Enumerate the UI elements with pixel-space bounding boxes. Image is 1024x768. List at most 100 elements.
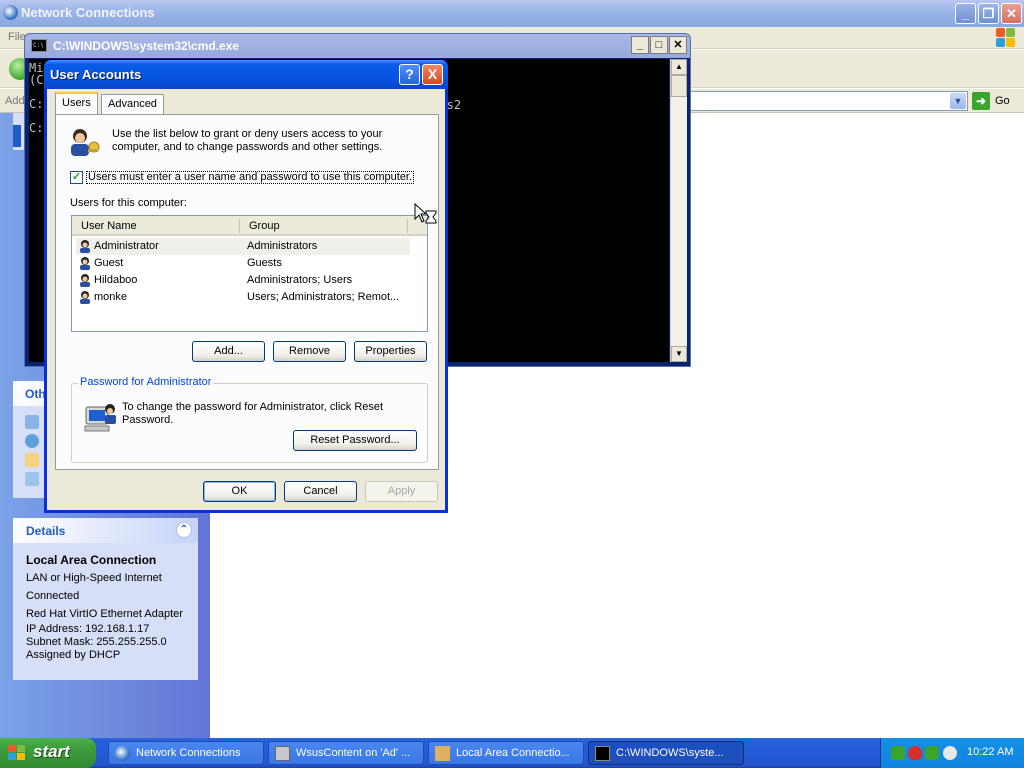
my-documents-icon[interactable] <box>25 453 39 467</box>
network-globe-icon <box>3 5 18 20</box>
volume-icon[interactable] <box>943 746 957 760</box>
network-connections-title: Network Connections <box>21 5 155 20</box>
cmd-maximize-button[interactable]: □ <box>650 36 668 54</box>
task-label: C:\WINDOWS\syste... <box>616 747 724 759</box>
users-tab-panel: Use the list below to grant or deny user… <box>55 114 439 470</box>
clock[interactable]: 10:22 AM <box>967 746 1013 758</box>
dialog-close-button[interactable]: X <box>422 64 443 85</box>
column-user-name[interactable]: User Name <box>81 220 137 232</box>
apply-button[interactable]: Apply <box>365 481 438 502</box>
taskbar-wsuscontent[interactable]: WsusContent on 'Ad' ... <box>268 741 424 765</box>
cmd-minimize-button[interactable]: _ <box>631 36 649 54</box>
tab-advanced[interactable]: Advanced <box>101 94 164 114</box>
user-name-cell: Guest <box>94 257 124 269</box>
user-name-cell: Hildaboo <box>94 274 138 286</box>
address-label: Add <box>5 95 25 107</box>
remove-user-button[interactable]: Remove <box>273 341 346 362</box>
user-icon <box>80 291 90 304</box>
security-shield-icon[interactable] <box>908 746 922 760</box>
users-keys-icon <box>71 129 100 156</box>
start-button[interactable]: start <box>0 738 96 768</box>
task-label: Local Area Connectio... <box>456 747 570 759</box>
scroll-up-icon[interactable]: ▲ <box>671 59 687 75</box>
password-instructions: To change the password for Administrator… <box>122 401 384 426</box>
cancel-button[interactable]: Cancel <box>284 481 357 502</box>
task-label: Network Connections <box>136 747 241 759</box>
adapter-name: Red Hat VirtIO Ethernet Adapter <box>26 608 183 620</box>
cmd-titlebar[interactable]: C:\ C:\WINDOWS\system32\cmd.exe _ □ ✕ <box>25 34 690 58</box>
user-group-cell: Guests <box>247 257 282 269</box>
close-button[interactable]: ✕ <box>1001 3 1022 24</box>
user-icon <box>80 240 90 253</box>
taskbar-local-area-connection[interactable]: Local Area Connectio... <box>428 741 584 765</box>
user-name-cell: monke <box>94 291 128 303</box>
reset-password-button[interactable]: Reset Password... <box>293 430 417 451</box>
properties-button[interactable]: Properties <box>354 341 427 362</box>
ok-button[interactable]: OK <box>203 481 276 502</box>
require-login-label[interactable]: Users must enter a user name and passwor… <box>86 171 415 184</box>
update-tray-icon[interactable] <box>925 746 939 760</box>
details-panel: Details ⌃ Local Area Connection LAN or H… <box>13 518 198 680</box>
minimize-button[interactable]: _ <box>955 3 976 24</box>
table-row[interactable]: Guest Guests <box>76 255 410 272</box>
taskbar: start Network Connections WsusContent on… <box>0 738 1024 768</box>
restore-button[interactable]: ❐ <box>978 3 999 24</box>
user-accounts-title: User Accounts <box>50 67 142 82</box>
go-button[interactable]: ➜ Go <box>972 92 1018 110</box>
add-user-button[interactable]: Add... <box>192 341 265 362</box>
details-header[interactable]: Details ⌃ <box>13 518 198 543</box>
cmd-icon: C:\ <box>31 39 47 52</box>
windows-logo-icon <box>996 28 1016 48</box>
help-button[interactable]: ? <box>399 64 420 85</box>
connection-status: Connected <box>26 590 80 602</box>
table-row[interactable]: Hildaboo Administrators; Users <box>76 272 410 289</box>
network-connection-icon <box>435 746 450 761</box>
network-tray-icon[interactable] <box>891 746 905 760</box>
users-list[interactable]: User Name Group Administrator Administra… <box>71 215 428 332</box>
password-group-title: Password for Administrator <box>78 376 214 388</box>
connection-name: Local Area Connection <box>26 553 157 567</box>
connection-type: LAN or High-Speed Internet <box>26 572 162 584</box>
users-list-header: User Name Group <box>72 216 427 236</box>
subnet-mask: Subnet Mask: 255.255.255.0 <box>26 636 167 648</box>
intro-text: Use the list below to grant or deny user… <box>112 128 383 153</box>
dhcp-assigned: Assigned by DHCP <box>26 649 121 661</box>
cmd-title: C:\WINDOWS\system32\cmd.exe <box>53 39 240 53</box>
go-arrow-icon: ➜ <box>972 92 990 110</box>
user-group-cell: Administrators <box>247 240 318 252</box>
user-accounts-titlebar[interactable]: User Accounts ? X <box>44 60 448 89</box>
computer-user-icon <box>84 404 116 432</box>
task-label: WsusContent on 'Ad' ... <box>296 747 411 759</box>
user-group-cell: Administrators; Users <box>247 274 353 286</box>
chevron-down-icon[interactable]: ▼ <box>950 93 966 109</box>
user-accounts-dialog: User Accounts ? X Users Advanced Use the… <box>44 60 448 513</box>
table-row[interactable]: monke Users; Administrators; Remot... <box>76 289 410 306</box>
users-list-label: Users for this computer: <box>70 197 187 209</box>
cmd-close-button[interactable]: ✕ <box>669 36 687 54</box>
column-group[interactable]: Group <box>249 220 280 232</box>
require-login-checkbox[interactable]: ✓ <box>70 171 83 184</box>
my-computer-icon[interactable] <box>25 472 39 486</box>
scroll-down-icon[interactable]: ▼ <box>671 346 687 362</box>
taskbar-network-connections[interactable]: Network Connections <box>108 741 264 765</box>
details-header-label: Details <box>26 524 66 538</box>
start-label: start <box>33 742 70 761</box>
go-label: Go <box>995 95 1010 107</box>
network-connections-titlebar[interactable]: Network Connections _ ❐ ✕ <box>0 0 1024 27</box>
network-places-icon[interactable] <box>25 434 39 448</box>
tab-users[interactable]: Users <box>55 92 98 114</box>
user-icon <box>80 274 90 287</box>
user-group-cell: Users; Administrators; Remot... <box>247 291 400 303</box>
table-row[interactable]: Administrator Administrators <box>76 238 410 255</box>
password-groupbox: Password for Administrator To change the… <box>71 376 428 463</box>
network-drive-icon <box>275 746 290 761</box>
cmd-scrollbar[interactable]: ▲ ▼ <box>670 59 687 362</box>
taskbar-cmd[interactable]: C:\WINDOWS\syste... <box>588 741 744 765</box>
collapse-chevron-icon[interactable]: ⌃ <box>176 522 192 538</box>
user-name-cell: Administrator <box>94 240 159 252</box>
control-panel-icon[interactable] <box>25 415 39 429</box>
busy-cursor-icon <box>414 203 437 224</box>
cmd-icon <box>595 746 610 761</box>
system-tray: 10:22 AM <box>880 738 1024 768</box>
scroll-thumb[interactable] <box>671 75 687 97</box>
